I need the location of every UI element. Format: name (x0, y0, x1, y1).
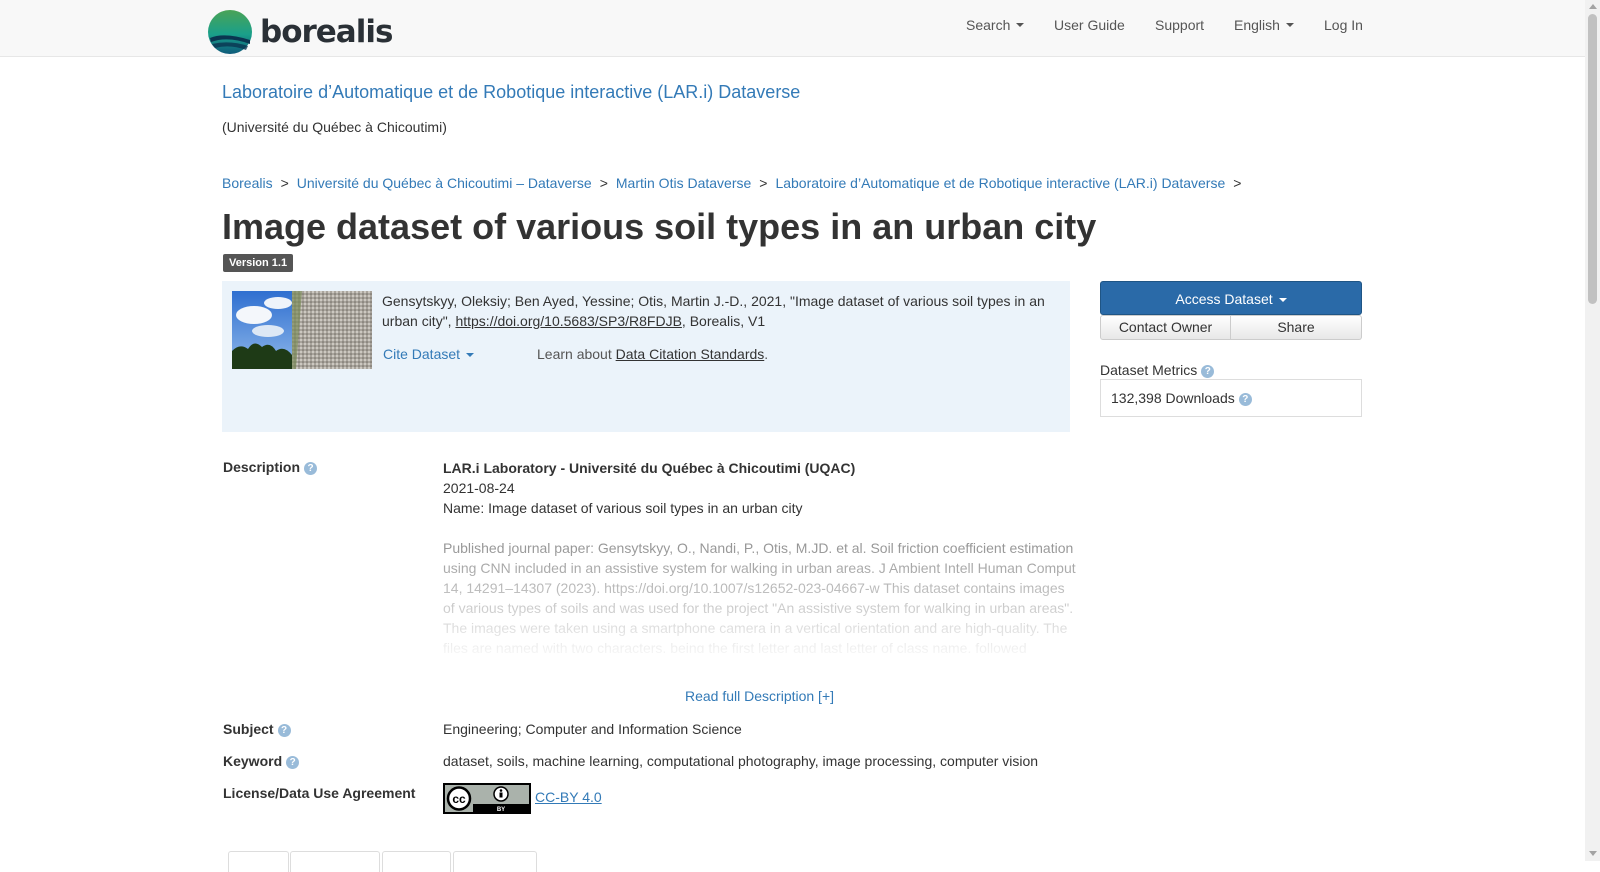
description-name: Name: Image dataset of various soil type… (443, 500, 803, 516)
license-link[interactable]: CC-BY 4.0 (535, 789, 602, 805)
chevron-down-icon (1278, 298, 1287, 303)
breadcrumb: Borealis > Université du Québec à Chicou… (222, 175, 1249, 191)
action-button-group: Contact Owner Share (1100, 315, 1362, 340)
description-label: Description? (223, 459, 318, 475)
cite-dataset-button[interactable]: Cite Dataset (383, 346, 475, 362)
share-button[interactable]: Share (1231, 315, 1362, 340)
description-date: 2021-08-24 (443, 480, 515, 496)
dataset-metrics-title: Dataset Metrics (1100, 362, 1198, 378)
tab-versions[interactable] (453, 851, 537, 872)
breadcrumb-separator: > (280, 175, 289, 191)
subject-value: Engineering; Computer and Information Sc… (443, 721, 742, 737)
chevron-down-icon (1016, 23, 1025, 27)
help-icon[interactable]: ? (277, 724, 291, 737)
description-heading: LAR.i Laboratory - Université du Québec … (443, 460, 856, 476)
support-link[interactable]: Support (1155, 0, 1204, 50)
keyword-label: Keyword? (223, 753, 300, 769)
license-label: License/Data Use Agreement (223, 785, 416, 801)
breadcrumb-item-martin-otis[interactable]: Martin Otis Dataverse (616, 175, 751, 191)
contact-owner-button[interactable]: Contact Owner (1100, 315, 1231, 340)
scroll-thumb[interactable] (1588, 14, 1597, 304)
subject-label-text: Subject (223, 721, 274, 737)
login-link[interactable]: Log In (1324, 0, 1363, 50)
downloads-count: 132,398 Downloads (1111, 390, 1235, 406)
breadcrumb-separator: > (759, 175, 768, 191)
subject-label: Subject? (223, 721, 291, 737)
learn-suffix: . (764, 346, 769, 362)
cc-by-badge: cc BY (443, 783, 531, 814)
breadcrumb-separator: > (1233, 175, 1242, 191)
user-guide-link[interactable]: User Guide (1054, 0, 1125, 50)
svg-text:cc: cc (452, 792, 466, 806)
scroll-down-icon[interactable] (1589, 851, 1597, 856)
dataverse-title-link[interactable]: Laboratoire d’Automatique et de Robotiqu… (222, 82, 800, 103)
tab-metadata[interactable] (290, 851, 380, 872)
tab-terms[interactable] (382, 851, 451, 872)
description-header: LAR.i Laboratory - Université du Québec … (443, 458, 1077, 518)
page-scrollbar[interactable] (1585, 0, 1600, 861)
chevron-down-icon (1285, 23, 1294, 27)
breadcrumb-separator: > (599, 175, 608, 191)
description-body: Published journal paper: Gensytskyy, O.,… (443, 538, 1077, 653)
help-icon[interactable]: ? (286, 756, 300, 769)
svg-text:BY: BY (497, 807, 505, 812)
borealis-logo[interactable]: borealis (208, 10, 393, 54)
brand-name: borealis (260, 13, 393, 50)
top-navbar: borealis Search User Guide Support Engli… (0, 0, 1585, 57)
breadcrumb-item-uqac[interactable]: Université du Québec à Chicoutimi – Data… (297, 175, 592, 191)
version-badge: Version 1.1 (223, 254, 294, 272)
help-icon[interactable]: ? (1238, 393, 1252, 406)
tab-files[interactable] (228, 851, 289, 872)
keyword-label-text: Keyword (223, 753, 283, 769)
breadcrumb-item-borealis[interactable]: Borealis (222, 175, 273, 191)
search-menu[interactable]: Search (966, 0, 1025, 50)
borealis-logo-icon (208, 10, 252, 54)
citation-publisher: , Borealis, V1 (681, 313, 766, 329)
citation-text: Gensytskyy, Oleksiy; Ben Ayed, Yessine; … (382, 291, 1062, 331)
cc-by-icon: cc BY (445, 785, 529, 813)
access-dataset-label: Access Dataset (1175, 291, 1273, 307)
language-menu[interactable]: English (1234, 0, 1294, 50)
downloads-metric: 132,398 Downloads? (1100, 379, 1362, 417)
help-icon[interactable]: ? (304, 462, 318, 475)
breadcrumb-item-lari[interactable]: Laboratoire d’Automatique et de Robotiqu… (775, 175, 1225, 191)
cite-dataset-label: Cite Dataset (383, 346, 461, 362)
description-label-text: Description (223, 459, 301, 475)
dataset-metrics-label: Dataset Metrics? (1100, 362, 1215, 378)
access-dataset-button[interactable]: Access Dataset (1100, 281, 1362, 315)
citation-standards-link[interactable]: Data Citation Standards (616, 346, 765, 362)
keyword-value: dataset, soils, machine learning, comput… (443, 753, 1039, 769)
search-menu-label: Search (966, 17, 1011, 33)
read-full-description-link[interactable]: Read full Description [+] (685, 688, 834, 704)
citation-box: Gensytskyy, Oleksiy; Ben Ayed, Yessine; … (222, 281, 1070, 432)
help-icon[interactable]: ? (1201, 365, 1215, 378)
dataverse-affiliation: (Université du Québec à Chicoutimi) (222, 119, 447, 135)
language-menu-label: English (1234, 17, 1280, 33)
page-title: Image dataset of various soil types in a… (222, 206, 1097, 247)
doi-link[interactable]: https://doi.org/10.5683/SP3/R8FDJB (455, 313, 681, 329)
chevron-down-icon (466, 353, 475, 358)
scroll-up-icon[interactable] (1589, 4, 1597, 9)
learn-prefix: Learn about (537, 346, 616, 362)
citation-standards-note: Learn about Data Citation Standards. (537, 346, 768, 362)
dataset-thumbnail[interactable] (232, 291, 372, 369)
